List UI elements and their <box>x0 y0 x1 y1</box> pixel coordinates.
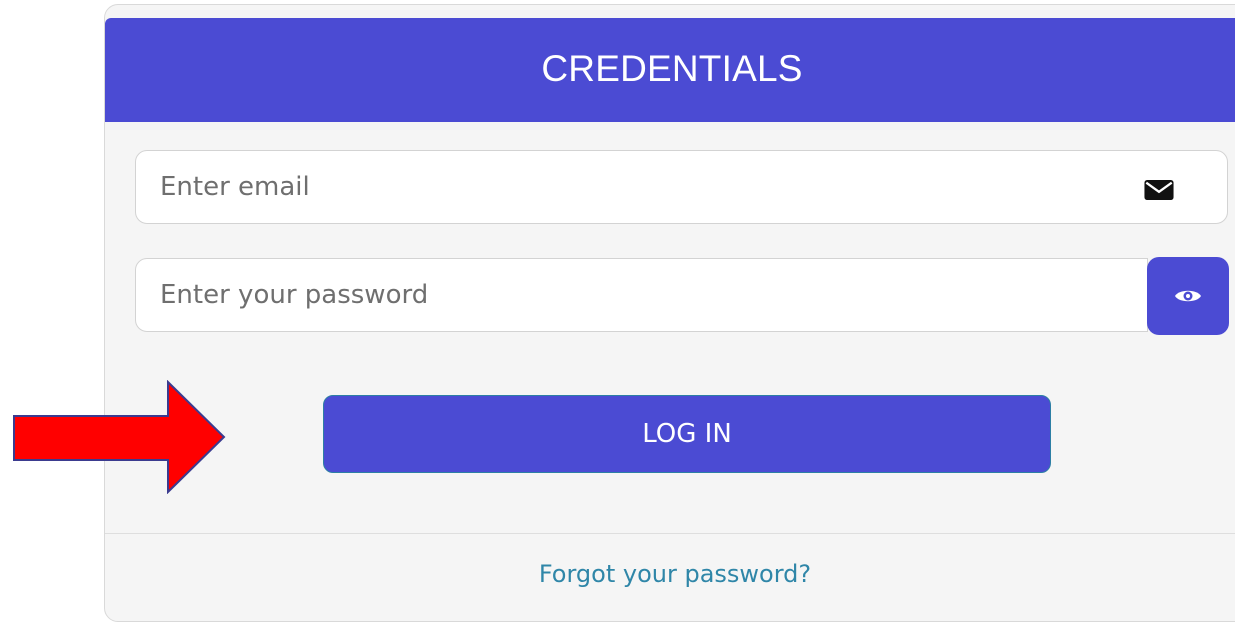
card-title: CREDENTIALS <box>105 18 1235 122</box>
envelope-icon <box>1144 180 1174 200</box>
eye-icon <box>1175 290 1201 302</box>
red-arrow-icon <box>13 380 226 494</box>
login-button[interactable]: LOG IN <box>323 395 1051 473</box>
footer-divider <box>105 533 1235 534</box>
email-field[interactable] <box>135 150 1228 224</box>
password-field[interactable] <box>135 258 1148 332</box>
show-password-button[interactable] <box>1147 257 1229 335</box>
forgot-password-link[interactable]: Forgot your password? <box>105 560 1235 588</box>
login-card: CREDENTIALS LOG IN Forgot your password? <box>104 4 1235 622</box>
email-input[interactable] <box>136 151 1118 223</box>
password-input[interactable] <box>136 259 1046 331</box>
